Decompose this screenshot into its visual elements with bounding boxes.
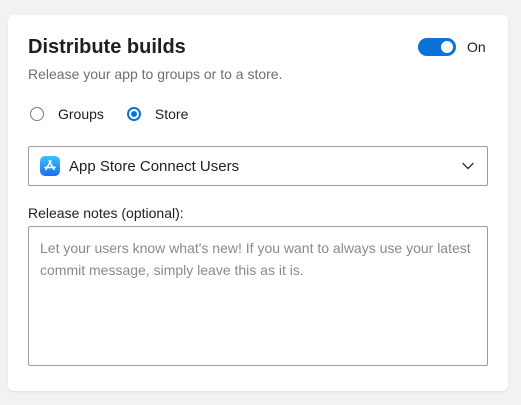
- card-subtitle: Release your app to groups or to a store…: [28, 66, 283, 82]
- radio-label-groups: Groups: [58, 106, 104, 122]
- toggle-label: On: [467, 39, 486, 55]
- radio-option-groups[interactable]: Groups: [30, 106, 104, 122]
- distribute-toggle[interactable]: [418, 38, 456, 56]
- store-select-dropdown[interactable]: App Store Connect Users: [28, 146, 488, 186]
- release-notes-textarea[interactable]: [28, 226, 488, 366]
- release-notes-label: Release notes (optional):: [28, 205, 184, 221]
- toggle-knob: [441, 41, 453, 53]
- chevron-down-icon: [462, 162, 474, 170]
- radio-option-store[interactable]: Store: [126, 106, 189, 122]
- distribute-toggle-group: On: [418, 38, 486, 56]
- radio-button-groups[interactable]: [30, 107, 44, 121]
- distribute-builds-card: Distribute builds Release your app to gr…: [8, 15, 508, 391]
- radio-label-store: Store: [154, 106, 189, 122]
- card-title: Distribute builds: [28, 36, 186, 58]
- app-store-icon: [40, 156, 60, 176]
- radio-button-store[interactable]: [126, 107, 141, 121]
- select-value: App Store Connect Users: [69, 157, 240, 175]
- destination-radio-group: Groups Store: [30, 106, 188, 122]
